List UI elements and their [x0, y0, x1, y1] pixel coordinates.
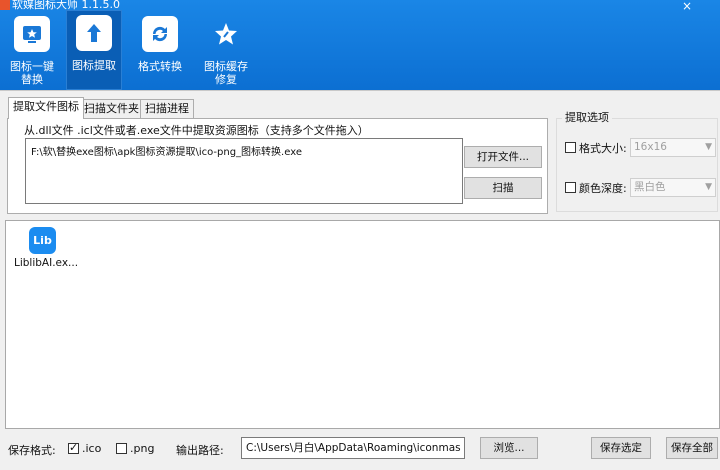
refresh-icon [142, 16, 178, 52]
main-content: 提取文件图标 扫描文件夹 扫描进程 从.dll文件 .icl文件或者.exe文件… [0, 90, 720, 470]
ico-label: .ico [82, 442, 102, 455]
depth-checkbox[interactable] [565, 182, 576, 193]
open-file-button[interactable]: 打开文件... [464, 146, 542, 168]
depth-select[interactable]: 黑白色 ▼ [630, 178, 716, 197]
extract-panel: 从.dll文件 .icl文件或者.exe文件中提取资源图标（支持多个文件拖入） … [7, 118, 548, 214]
size-value: 16x16 [634, 141, 667, 153]
save-all-button[interactable]: 保存全部 [666, 437, 718, 459]
png-checkbox[interactable] [116, 443, 127, 454]
toolbar-replace-label: 图标一键 替换 [10, 60, 54, 86]
app-icon [0, 0, 10, 10]
monitor-star-icon [14, 16, 50, 52]
toolbar: 软媒图标大师 1.1.5.0 × 图标一键 替换 图标提取 格式转换 图标缓存 … [0, 0, 720, 90]
toolbar-extract-button[interactable]: 图标提取 [66, 10, 122, 90]
save-selected-button[interactable]: 保存选定 [591, 437, 651, 459]
scan-button[interactable]: 扫描 [464, 177, 542, 199]
list-item-label: LiblibAI.ex... [14, 257, 79, 269]
toolbar-cache-repair-label: 图标缓存 修复 [204, 60, 248, 86]
size-checkbox[interactable] [565, 142, 576, 153]
toolbar-cache-repair-button[interactable]: 图标缓存 修复 [198, 12, 254, 88]
app-file-icon: Lib [29, 227, 56, 254]
tab-scan-process[interactable]: 扫描进程 [140, 99, 194, 119]
toolbar-convert-button[interactable]: 格式转换 [132, 12, 188, 88]
extract-options-group [556, 118, 718, 212]
tab-extract-file[interactable]: 提取文件图标 [8, 97, 84, 119]
size-label: 格式大小: [579, 142, 627, 155]
arrow-up-icon [76, 15, 112, 51]
depth-value: 黑白色 [634, 181, 666, 193]
icon-list[interactable]: Lib LiblibAI.ex... [5, 220, 720, 429]
png-label: .png [130, 442, 155, 455]
toolbar-convert-label: 格式转换 [138, 60, 182, 73]
list-item[interactable]: Lib LiblibAI.ex... [14, 227, 84, 269]
size-select[interactable]: 16x16 ▼ [630, 138, 716, 157]
toolbar-replace-button[interactable]: 图标一键 替换 [4, 12, 60, 88]
extract-caption: 从.dll文件 .icl文件或者.exe文件中提取资源图标（支持多个文件拖入） [24, 124, 369, 137]
file-path-field[interactable]: F:\软\替换exe图标\apk图标资源提取\ico-png_图标转换.exe [25, 138, 463, 204]
close-icon[interactable]: × [682, 0, 692, 12]
toolbar-extract-label: 图标提取 [72, 59, 116, 72]
save-format-label: 保存格式: [8, 444, 56, 457]
browse-button[interactable]: 浏览... [480, 437, 538, 459]
output-path-input[interactable]: C:\Users\月白\AppData\Roaming\iconmas [241, 437, 465, 459]
chevron-down-icon: ▼ [705, 142, 712, 152]
chevron-down-icon: ▼ [705, 182, 712, 192]
depth-label: 颜色深度: [579, 182, 627, 195]
star-wrench-icon [208, 16, 244, 52]
output-path-label: 输出路径: [176, 444, 224, 457]
ico-checkbox[interactable] [68, 441, 79, 454]
tab-scan-folder[interactable]: 扫描文件夹 [79, 99, 144, 119]
extract-options-title: 提取选项 [562, 109, 612, 125]
